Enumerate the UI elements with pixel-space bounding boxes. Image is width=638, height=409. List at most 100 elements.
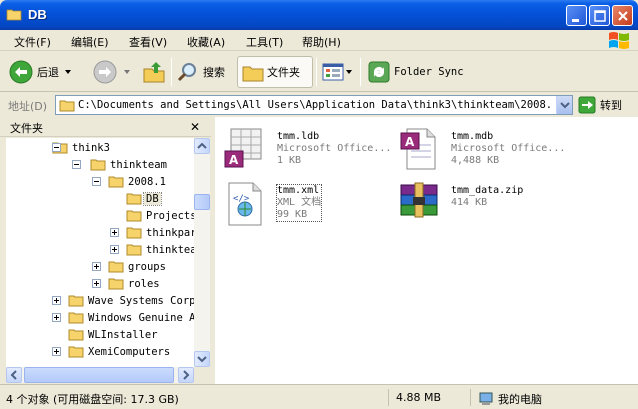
tree-item-roles[interactable]: roles xyxy=(108,275,162,292)
svg-text:A: A xyxy=(229,153,239,167)
menu-help[interactable]: 帮助(H) xyxy=(302,34,341,50)
chevron-left-icon xyxy=(10,370,17,380)
expand-toggle[interactable] xyxy=(52,296,61,305)
tree-item-xemicomputers[interactable]: XemiComputers xyxy=(68,343,172,360)
folders-pane-close-icon[interactable]: ✕ xyxy=(190,120,200,134)
go-arrow-icon xyxy=(578,96,596,114)
chevron-down-icon[interactable] xyxy=(63,67,73,77)
tree-item-thinkteam[interactable]: thinkteam xyxy=(90,156,169,173)
folder-icon xyxy=(59,100,75,112)
folders-label: 文件夹 xyxy=(267,66,300,79)
folder-icon xyxy=(108,261,124,273)
expand-toggle[interactable] xyxy=(110,228,119,237)
tree-item-windows-genuine[interactable]: Windows Genuine A xyxy=(68,309,194,326)
tree-item-2008-1[interactable]: 2008.1 xyxy=(108,173,168,190)
chevron-up-icon xyxy=(197,142,207,149)
forward-button[interactable] xyxy=(92,56,132,88)
scroll-left-button[interactable] xyxy=(6,367,22,383)
expand-toggle[interactable] xyxy=(52,347,61,356)
collapse-toggle[interactable] xyxy=(92,177,101,186)
tree-item-projects[interactable]: Projects xyxy=(126,207,194,224)
folder-icon xyxy=(68,295,84,307)
chevron-down-icon xyxy=(560,102,570,109)
tree-item-label: 2008.1 xyxy=(128,175,166,188)
tree-item-wlinstaller[interactable]: WLInstaller xyxy=(68,326,160,343)
open-folder-icon xyxy=(126,193,142,205)
maximize-button[interactable] xyxy=(589,5,610,26)
file-item-tmm-mdb[interactable]: A tmm.mdb Microsoft Office... 4,488 KB xyxy=(395,125,575,171)
file-list[interactable]: A tmm.ldb Microsoft Office... 1 KB A tmm… xyxy=(215,117,638,384)
chevron-down-icon[interactable] xyxy=(345,67,353,77)
scroll-thumb[interactable] xyxy=(24,367,174,383)
go-button[interactable]: 转到 xyxy=(578,96,622,114)
expand-toggle[interactable] xyxy=(92,279,101,288)
back-arrow-icon xyxy=(9,60,33,84)
file-name: tmm.ldb xyxy=(277,131,320,142)
tree-item-label: thinkteam xyxy=(110,158,167,171)
address-input[interactable]: C:\Documents and Settings\All Users\Appl… xyxy=(55,95,573,115)
winrar-icon xyxy=(400,182,438,218)
file-item-tmm-xml[interactable]: </> tmm.xml XML 文档 99 KB xyxy=(221,179,401,226)
folder-icon xyxy=(108,278,124,290)
up-folder-button[interactable] xyxy=(142,56,166,88)
collapse-toggle[interactable] xyxy=(72,160,81,169)
xml-doc-icon: </> xyxy=(228,182,262,226)
scroll-right-button[interactable] xyxy=(178,367,194,383)
access-lock-icon: A xyxy=(224,128,262,168)
file-item-tmm-data-zip[interactable]: tmm_data.zip 414 KB xyxy=(395,179,575,225)
toolbar: 后退 搜索 文件夹 Folder Sync xyxy=(0,52,638,92)
close-button[interactable] xyxy=(612,5,633,26)
file-item-tmm-ldb[interactable]: A tmm.ldb Microsoft Office... 1 KB xyxy=(221,125,401,171)
file-size: 99 KB xyxy=(277,209,308,220)
folder-tree-vertical-scrollbar[interactable] xyxy=(194,138,210,367)
address-bar: 地址(D) C:\Documents and Settings\All User… xyxy=(0,93,638,116)
back-button[interactable]: 后退 xyxy=(8,56,73,88)
status-bar: 4 个对象 (可用磁盘空间: 17.3 GB) 4.88 MB 我的电脑 xyxy=(0,384,638,409)
search-icon xyxy=(177,63,196,82)
menu-tools[interactable]: 工具(T) xyxy=(246,34,283,50)
expand-toggle[interactable] xyxy=(52,313,61,322)
open-folder-icon xyxy=(108,176,124,188)
tree-item-label: DB xyxy=(143,191,162,206)
expand-toggle[interactable] xyxy=(92,262,101,271)
menu-file[interactable]: 文件(F) xyxy=(14,34,51,50)
folder-tree[interactable]: think3 thinkteam 2008.1 DB Projects thin… xyxy=(6,138,194,367)
menu-edit[interactable]: 编辑(E) xyxy=(71,34,109,50)
tree-item-db[interactable]: DB xyxy=(126,190,162,207)
tree-item-wave-systems[interactable]: Wave Systems Corp xyxy=(68,292,194,309)
minimize-button[interactable] xyxy=(566,5,587,26)
expand-toggle[interactable] xyxy=(110,245,119,254)
folder-sync-button[interactable]: Folder Sync xyxy=(367,56,464,88)
my-computer-icon xyxy=(479,392,493,405)
tree-item-thinktea[interactable]: thinktea xyxy=(126,241,194,258)
menu-bar: 文件(F) 编辑(E) 查看(V) 收藏(A) 工具(T) 帮助(H) xyxy=(0,30,638,51)
scroll-up-button[interactable] xyxy=(194,138,210,154)
chevron-down-icon[interactable] xyxy=(122,67,132,77)
scroll-down-button[interactable] xyxy=(194,351,210,367)
views-button[interactable] xyxy=(321,56,353,88)
tree-item-thinkpar[interactable]: thinkpar xyxy=(126,224,194,241)
collapse-toggle[interactable] xyxy=(52,143,61,152)
address-dropdown-button[interactable] xyxy=(556,96,572,114)
tree-item-label: thinktea xyxy=(146,243,194,256)
status-zone-label: 我的电脑 xyxy=(498,392,542,406)
forward-arrow-icon xyxy=(93,60,117,84)
title-bar[interactable]: DB xyxy=(0,0,638,30)
menu-view[interactable]: 查看(V) xyxy=(129,34,167,50)
folder-icon xyxy=(126,244,142,256)
search-button[interactable]: 搜索 xyxy=(176,56,225,88)
folders-button[interactable]: 文件夹 xyxy=(237,56,313,88)
folders-pane-header: 文件夹 ✕ xyxy=(0,117,211,137)
menu-favorites[interactable]: 收藏(A) xyxy=(187,34,225,50)
scroll-thumb[interactable] xyxy=(194,194,210,210)
folder-tree-horizontal-scrollbar[interactable] xyxy=(6,367,194,383)
tree-item-label: Windows Genuine A xyxy=(88,311,194,324)
open-folder-icon xyxy=(90,159,106,171)
tree-item-label: WLInstaller xyxy=(88,328,158,341)
folder-icon xyxy=(6,9,22,21)
tree-item-groups[interactable]: groups xyxy=(108,258,168,275)
file-type: XML 文档 xyxy=(277,197,322,208)
folder-sync-icon xyxy=(368,61,390,83)
address-value: C:\Documents and Settings\All Users\Appl… xyxy=(78,99,550,111)
file-type: Microsoft Office... xyxy=(451,143,566,154)
